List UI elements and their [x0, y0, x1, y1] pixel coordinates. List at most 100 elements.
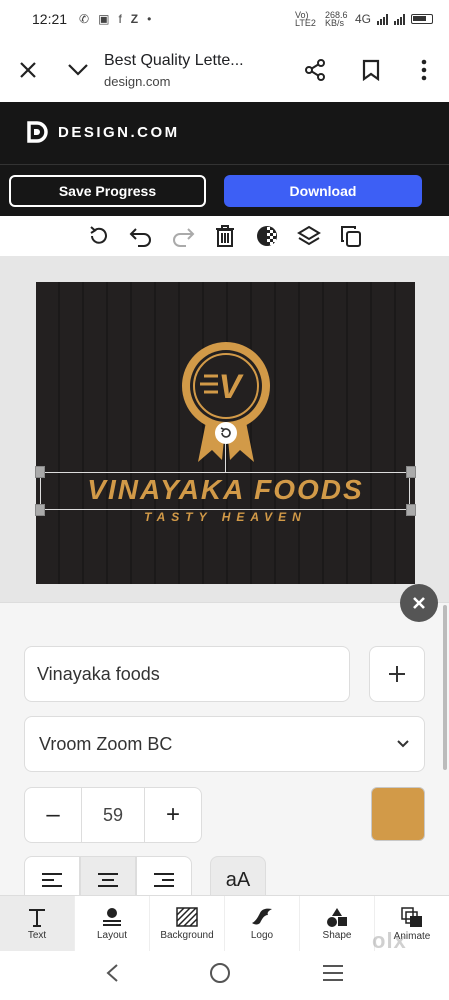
app-icon: ▣ — [98, 12, 110, 26]
home-button[interactable] — [209, 962, 231, 989]
close-icon — [20, 62, 36, 78]
page-domain: design.com — [104, 73, 171, 89]
layout-icon — [103, 907, 121, 926]
design-canvas[interactable]: V VINAYAKA FOODS TASTY HEAVEN — [35, 282, 416, 584]
badge-emblem-icon: V — [182, 342, 270, 462]
rotate-handle[interactable] — [215, 422, 237, 444]
phone-icon: ✆ — [79, 12, 90, 26]
android-nav-bar — [0, 951, 449, 1000]
bookmark-icon — [362, 59, 380, 81]
trash-icon — [215, 225, 234, 247]
status-right: Vo) LTE2 268.6 KB/s 4G — [294, 10, 433, 28]
background-icon — [176, 906, 198, 927]
menu-lines-icon — [322, 965, 343, 981]
font-size-stepper: – 59 + — [24, 787, 202, 843]
site-header: DESIGN.COM Save Progress Download — [0, 102, 449, 216]
back-button[interactable] — [105, 963, 119, 988]
duplicate-button[interactable] — [337, 222, 365, 250]
close-tab-button[interactable] — [0, 42, 56, 98]
signal2-icon — [394, 13, 405, 25]
tab-layout-label: Layout — [96, 929, 128, 941]
tab-layout[interactable]: Layout — [75, 896, 150, 951]
align-left-icon — [42, 873, 62, 887]
design-logo-icon — [27, 121, 48, 143]
tab-shape-label: Shape — [322, 929, 352, 941]
more-menu-button[interactable] — [399, 42, 449, 98]
status-time: 12:21 — [32, 11, 68, 27]
resize-handle-tr[interactable] — [406, 466, 416, 478]
tab-text[interactable]: Text — [0, 896, 75, 951]
undo-icon — [129, 228, 151, 247]
increase-size-button[interactable]: + — [145, 788, 201, 842]
close-panel-button[interactable] — [400, 584, 438, 622]
resize-handle-br[interactable] — [406, 504, 416, 516]
header-divider — [0, 164, 449, 165]
shapes-icon — [327, 907, 347, 927]
canvas-area: V VINAYAKA FOODS TASTY HEAVEN — [0, 256, 449, 602]
text-color-swatch[interactable] — [371, 787, 425, 841]
tagline-text[interactable]: TASTY HEAVEN — [36, 510, 415, 524]
z-icon: Z — [130, 12, 139, 26]
notification-icons: ✆ ▣ f Z • — [79, 12, 151, 26]
tab-background[interactable]: Background — [150, 896, 225, 951]
undo-button[interactable] — [127, 222, 155, 250]
reset-icon — [89, 226, 107, 244]
network-rate: 268.6 KB/s — [324, 10, 348, 28]
tab-shape[interactable]: Shape — [300, 896, 375, 951]
page-title-block[interactable]: Best Quality Lette... design.com — [104, 52, 287, 89]
volte-label: Vo) LTE2 — [294, 10, 316, 28]
layers-button[interactable] — [295, 222, 323, 250]
battery-icon — [411, 14, 433, 24]
reset-button[interactable] — [85, 222, 113, 250]
site-logo[interactable]: DESIGN.COM — [26, 120, 180, 144]
resize-handle-bl[interactable] — [35, 504, 45, 516]
chevron-down-icon — [68, 64, 88, 76]
bookmark-button[interactable] — [343, 42, 399, 98]
tab-logo-label: Logo — [250, 929, 274, 941]
redo-icon — [172, 228, 194, 247]
rotate-icon — [220, 427, 231, 438]
rotate-line — [225, 442, 226, 472]
chevron-down-icon — [397, 740, 409, 748]
close-icon — [413, 597, 425, 609]
align-right-icon — [154, 873, 174, 887]
transparency-icon — [256, 226, 277, 246]
tab-text-label: Text — [27, 929, 47, 941]
align-center-icon — [98, 873, 118, 887]
transparency-button[interactable] — [253, 222, 281, 250]
plus-icon — [389, 666, 405, 682]
facebook-icon: f — [118, 12, 122, 26]
delete-button[interactable] — [211, 222, 239, 250]
share-icon — [305, 59, 325, 81]
home-circle-icon — [210, 963, 231, 983]
font-size-value[interactable]: 59 — [81, 788, 145, 842]
resize-handle-tl[interactable] — [35, 466, 45, 478]
save-progress-button[interactable]: Save Progress — [9, 175, 206, 207]
recents-button[interactable] — [322, 964, 344, 987]
share-button[interactable] — [287, 42, 343, 98]
tab-logo[interactable]: Logo — [225, 896, 300, 951]
text-icon — [29, 908, 45, 927]
font-select[interactable]: Vroom Zoom BC — [24, 716, 425, 772]
panel-scrollbar[interactable] — [443, 605, 447, 770]
logo-text: DESIGN.COM — [58, 123, 180, 141]
duplicate-icon — [340, 226, 361, 247]
badge-letter: V — [219, 368, 245, 406]
collapse-button[interactable] — [56, 42, 100, 98]
font-select-value: Vroom Zoom BC — [39, 733, 173, 754]
tab-background-label: Background — [160, 929, 214, 941]
signal-icon — [377, 13, 388, 25]
redo-button[interactable] — [169, 222, 197, 250]
editor-toolbar — [0, 216, 449, 256]
text-input[interactable]: Vinayaka foods — [24, 646, 350, 702]
decrease-size-button[interactable]: – — [25, 788, 81, 842]
status-bar: 12:21 ✆ ▣ f Z • Vo) LTE2 268.6 KB/s 4G — [0, 0, 449, 38]
download-button[interactable]: Download — [224, 175, 422, 207]
logo-bird-icon — [252, 908, 272, 924]
layers-icon — [296, 225, 321, 246]
more-vertical-icon — [421, 59, 427, 81]
page-title: Best Quality Lette... — [104, 51, 244, 69]
animate-icon — [401, 906, 422, 927]
add-text-button[interactable] — [369, 646, 425, 702]
network-type: 4G — [354, 12, 371, 26]
